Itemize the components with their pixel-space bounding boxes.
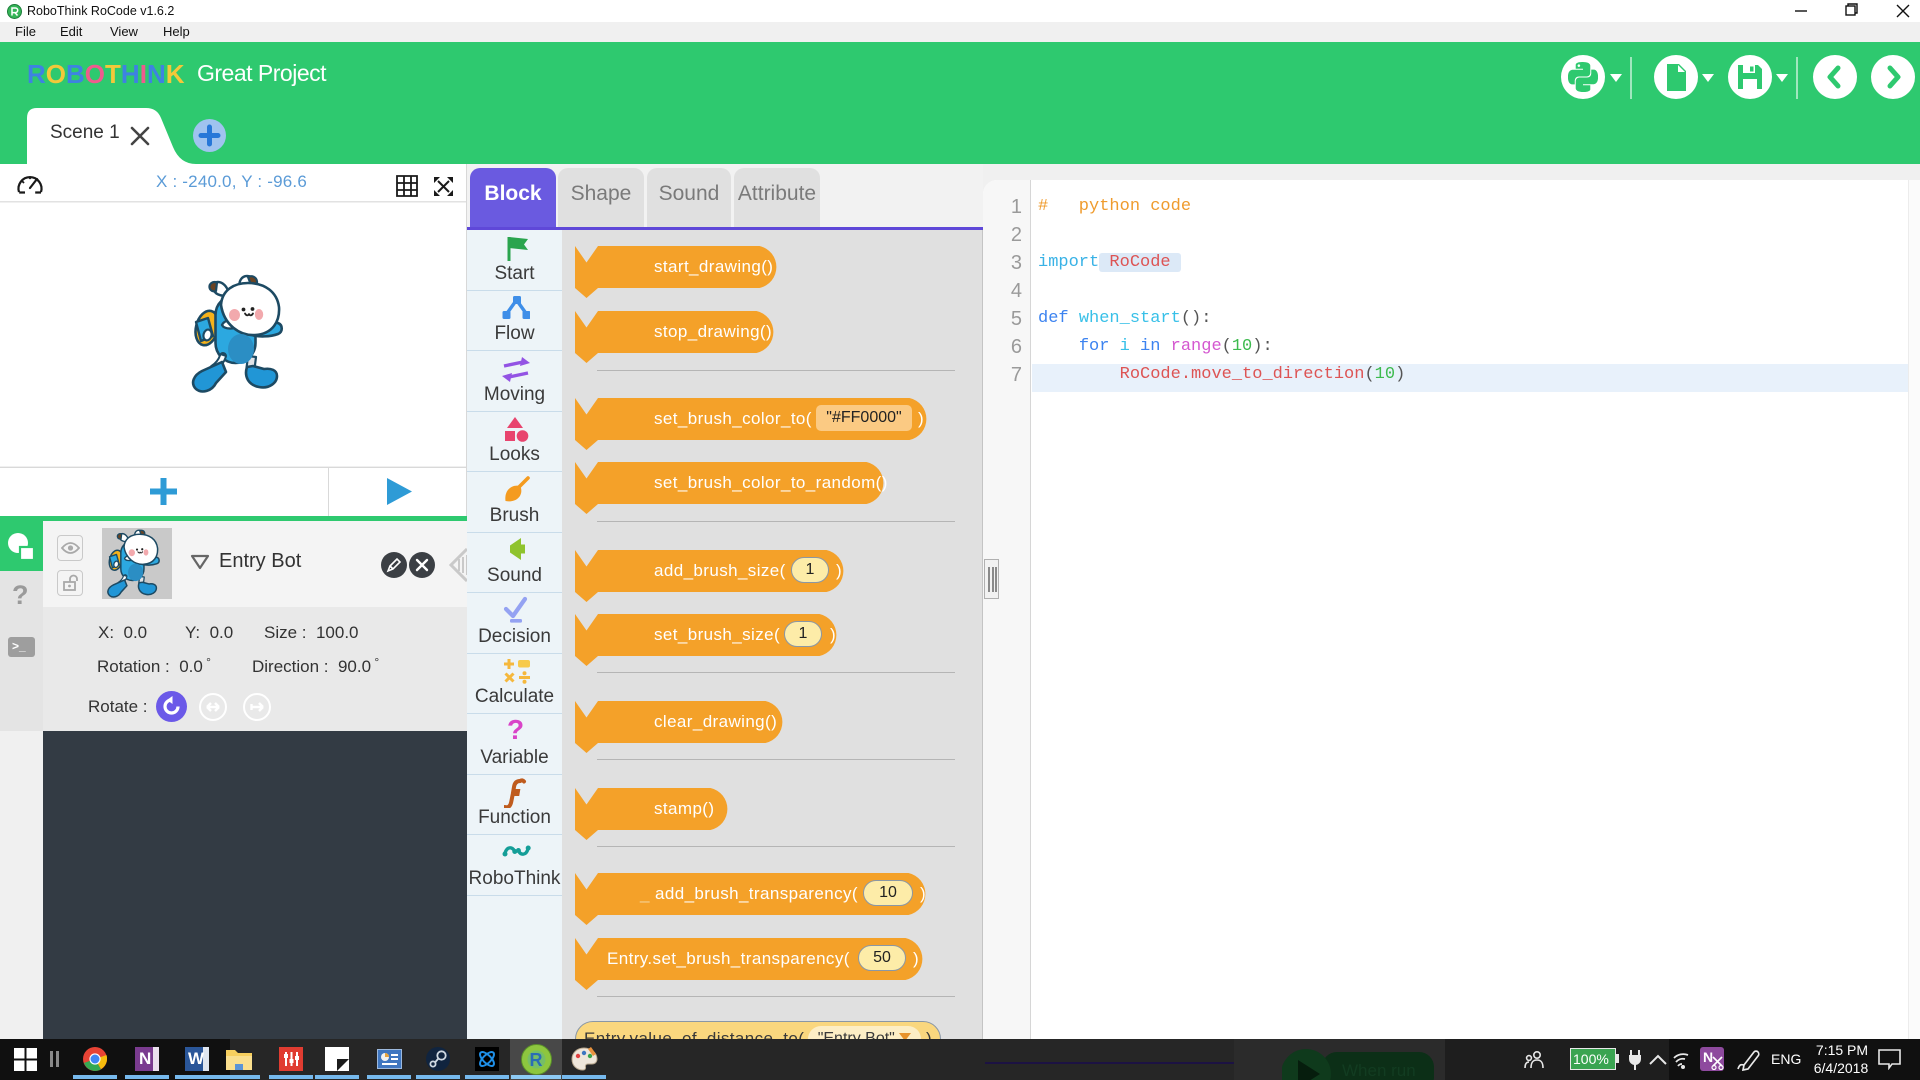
svg-text:R: R: [530, 1050, 543, 1070]
svg-text:When run: When run: [1342, 1061, 1416, 1080]
